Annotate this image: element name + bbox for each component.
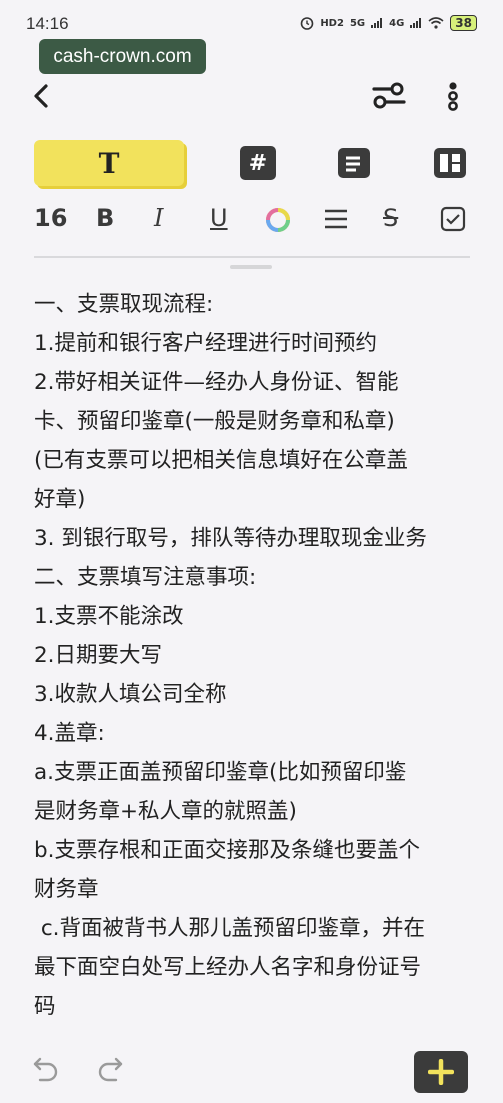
note-line: 二、支票填写注意事项:: [34, 565, 257, 590]
style-toolbar: 16 B I U S: [0, 200, 503, 240]
text-format-tab[interactable]: T: [34, 140, 184, 186]
note-line: 2.日期要大写: [34, 643, 163, 668]
status-icons: HD2 5G 4G 38: [300, 15, 477, 31]
note-line: 4.盖章:: [34, 721, 105, 746]
watermark-badge: cash-crown.com: [39, 39, 206, 74]
note-line: 财务章: [34, 877, 99, 902]
alarm-icon: [301, 17, 314, 30]
list-block-icon: [338, 148, 370, 178]
layout-tab[interactable]: [430, 140, 470, 186]
status-time: 14:16: [26, 14, 69, 33]
settings-sliders-icon[interactable]: [372, 80, 406, 110]
align-icon[interactable]: [324, 208, 348, 230]
hashtag-label: #: [248, 150, 268, 176]
hd-indicator: HD2: [320, 17, 344, 29]
note-line: a.支票正面盖预留印鉴章(比如预留印鉴: [34, 760, 407, 785]
note-line: (已有支票可以把相关信息填好在公章盖: [34, 448, 408, 473]
note-line: 3.收款人填公司全称: [34, 682, 227, 707]
bold-button[interactable]: B: [96, 204, 114, 232]
note-line: 码: [34, 994, 56, 1019]
note-line: 1.提前和银行客户经理进行时间预约: [34, 331, 378, 356]
signal-icon: [371, 18, 383, 28]
format-toolbar: T #: [0, 140, 503, 192]
font-size-button[interactable]: 16: [34, 204, 67, 232]
back-arrow-icon[interactable]: [30, 82, 54, 110]
note-line: 2.带好相关证件—经办人身份证、智能: [34, 370, 399, 395]
network-4g: 4G: [389, 17, 405, 29]
signal-icon-2: [410, 18, 422, 28]
plus-icon: [428, 1059, 454, 1085]
drag-handle[interactable]: [230, 265, 272, 269]
note-line: 好章): [34, 487, 86, 512]
note-line: 是财务章+私人章的就照盖): [34, 799, 297, 824]
hashtag-tab[interactable]: #: [238, 140, 278, 186]
checkbox-icon[interactable]: [440, 206, 466, 232]
note-line: 最下面空白处写上经办人名字和身份证号: [34, 955, 422, 980]
note-line: 3. 到银行取号，排队等待办理取现金业务: [34, 526, 427, 551]
strikethrough-button[interactable]: S: [383, 204, 398, 232]
hashtag-icon: #: [240, 146, 276, 180]
note-line: 一、支票取现流程:: [34, 292, 214, 317]
note-body[interactable]: 一、支票取现流程: 1.提前和银行客户经理进行时间预约 2.带好相关证件—经办人…: [34, 285, 474, 1026]
redo-icon[interactable]: [96, 1055, 124, 1083]
note-line: 1.支票不能涂改: [34, 604, 184, 629]
note-line: 卡、预留印鉴章(一般是财务章和私章): [34, 409, 395, 434]
list-tab[interactable]: [334, 140, 374, 186]
layout-block-icon: [434, 148, 466, 178]
battery-indicator: 38: [450, 15, 477, 31]
note-line: b.支票存根和正面交接那及条缝也要盖个: [34, 838, 420, 863]
undo-icon[interactable]: [32, 1055, 60, 1083]
more-vertical-icon[interactable]: [444, 82, 462, 112]
underline-button[interactable]: U: [210, 204, 228, 232]
toolbar-divider: [34, 256, 470, 258]
bottom-toolbar: [0, 1045, 503, 1103]
add-button[interactable]: [414, 1051, 468, 1093]
italic-button[interactable]: I: [154, 204, 163, 232]
top-nav: [0, 72, 503, 122]
text-format-label: T: [98, 146, 120, 180]
network-5g: 5G: [349, 17, 366, 29]
color-wheel-icon[interactable]: [264, 206, 292, 234]
wifi-icon: [428, 17, 444, 29]
note-line: c.背面被背书人那儿盖预留印鉴章，并在: [34, 916, 425, 941]
